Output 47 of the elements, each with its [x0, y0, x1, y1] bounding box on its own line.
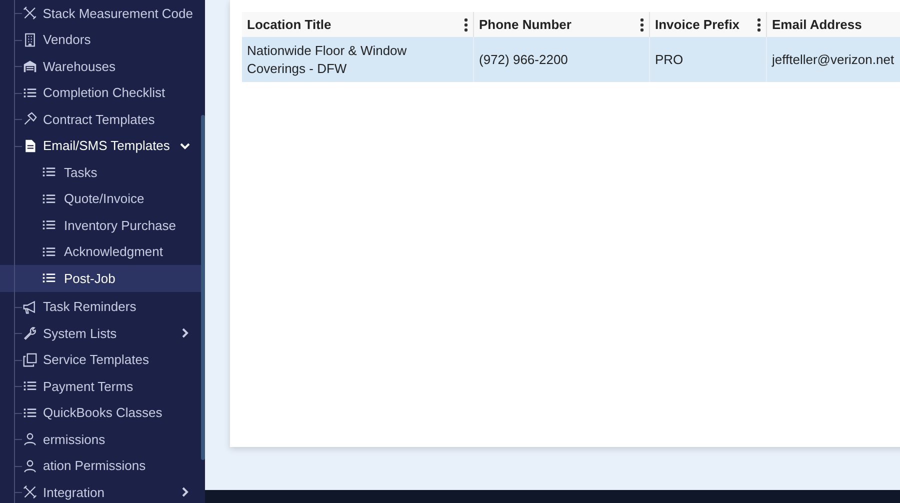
list-icon	[42, 165, 56, 180]
sidebar-subitem[interactable]: Acknowledgment	[0, 238, 205, 265]
list-icon	[23, 379, 37, 394]
tools-icon	[23, 6, 37, 20]
list-icon	[42, 244, 56, 259]
wrench-icon	[23, 326, 37, 340]
sidebar-item[interactable]: Warehouses	[0, 53, 205, 80]
hammer-icon	[23, 112, 37, 126]
tools-icon	[23, 485, 37, 500]
table-row[interactable]: Nationwide Floor & Window Coverings - DFW (972) 966-2200 PRO jeffteller@verizon.net	[242, 37, 900, 82]
sidebar-subitem[interactable]: Tasks	[0, 159, 205, 186]
more-icon[interactable]	[757, 18, 761, 32]
sidebar-item[interactable]: Stack Measurement Code	[0, 0, 205, 26]
sidebar-item[interactable]: ation Permissions	[0, 452, 205, 479]
list-icon	[42, 218, 56, 232]
sidebar-item[interactable]: Task Reminders	[0, 294, 205, 320]
list-icon	[42, 192, 56, 206]
copies-icon	[23, 352, 37, 367]
sidebar-item[interactable]: System Lists	[0, 320, 205, 346]
sidebar-item[interactable]: Integration	[0, 479, 205, 503]
list-icon	[23, 406, 37, 420]
sidebar-item[interactable]: Service Templates	[0, 346, 205, 373]
document-icon	[23, 138, 37, 153]
sidebar-item[interactable]: Payment Terms	[0, 373, 205, 400]
megaphone-icon	[23, 300, 37, 314]
table-cell: jeffteller@verizon.net	[772, 50, 894, 68]
list-icon	[23, 86, 37, 100]
sidebar-item[interactable]: ermissions	[0, 426, 205, 452]
user-icon	[23, 432, 37, 446]
building-icon	[23, 32, 37, 47]
sidebar-item[interactable]: Email/SMS Templates	[0, 132, 205, 159]
more-icon[interactable]	[640, 18, 644, 32]
sidebar-item[interactable]: QuickBooks Classes	[0, 400, 205, 426]
sidebar-subitem[interactable]: Quote/Invoice	[0, 186, 205, 212]
table-cell-text: Nationwide Floor & Window Coverings - DFW	[247, 42, 408, 78]
column-header[interactable]: Email Address	[767, 12, 900, 37]
more-icon[interactable]	[464, 18, 468, 32]
user-icon	[23, 458, 37, 473]
sidebar-item[interactable]: Completion Checklist	[0, 80, 205, 106]
sidebar-subitem[interactable]: Inventory Purchase	[0, 212, 205, 238]
scrollbar[interactable]	[201, 115, 205, 460]
sidebar-item[interactable]: Contract Templates	[0, 106, 205, 132]
sidebar-item[interactable]: Vendors	[0, 26, 205, 53]
table-cell: (972) 966-2200	[479, 50, 568, 68]
list-icon	[42, 271, 56, 286]
warehouse-icon	[23, 59, 37, 74]
table-cell: PRO	[655, 50, 684, 68]
